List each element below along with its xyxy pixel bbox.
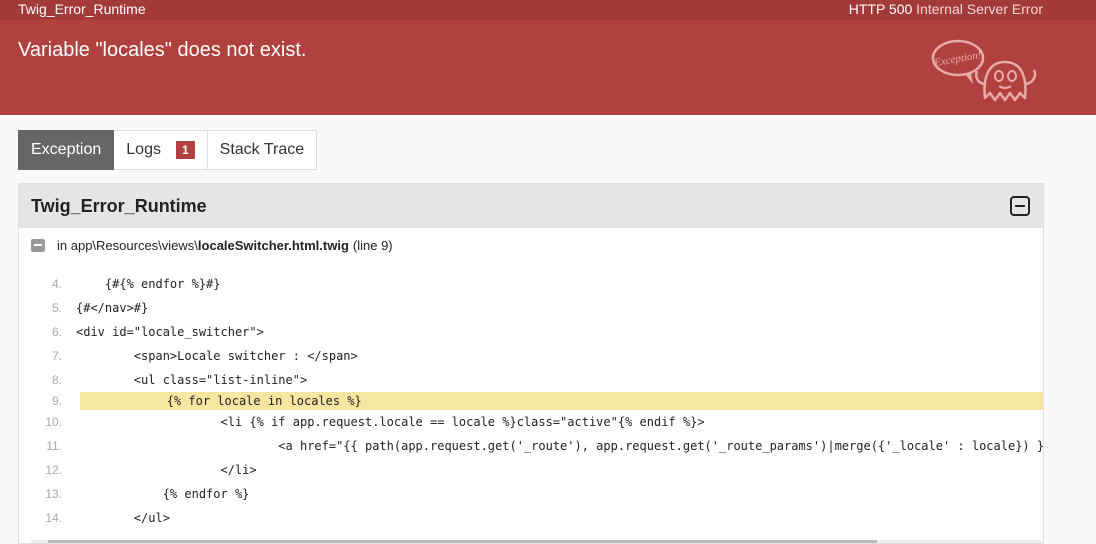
trace-path-prefix: in app\Resources\views\	[57, 238, 198, 253]
code-line: 5. {#</nav>#}	[19, 296, 1043, 320]
tab-bar: Exception Logs 1 Stack Trace	[18, 130, 318, 170]
horizontal-scrollbar[interactable]	[31, 540, 1041, 543]
line-source: <li {% if app.request.locale == locale %…	[76, 415, 705, 429]
logs-count-badge: 1	[175, 141, 195, 159]
line-source: <ul class="list-inline">	[76, 373, 308, 387]
line-source: {% for locale in locales %}	[80, 394, 362, 408]
line-number: 7.	[51, 349, 62, 363]
tab-exception[interactable]: Exception	[18, 130, 115, 170]
panel-title: Twig_Error_Runtime	[31, 196, 207, 216]
code-line: 12. </li>	[19, 458, 1043, 482]
trace-location: in app\Resources\views\ localeSwitcher.ht…	[31, 238, 393, 253]
collapse-panel-button[interactable]	[1010, 196, 1030, 216]
line-number: 4.	[51, 277, 62, 291]
line-source: <span>Locale switcher : </span>	[76, 349, 358, 363]
line-source: <a href="{{ path(app.request.get('_route…	[278, 439, 1044, 453]
code-line: 4. {#{% endfor %}#}	[19, 272, 1043, 296]
trace-file: localeSwitcher.html.twig	[197, 238, 349, 253]
line-number: 13.	[45, 487, 62, 501]
code-line: 7. <span>Locale switcher : </span>	[19, 344, 1043, 368]
line-source: <div id="locale_switcher">	[76, 325, 264, 339]
scrollbar-thumb[interactable]	[48, 540, 877, 543]
code-line: 13. {% endfor %}	[19, 482, 1043, 506]
code-line: 10. <li {% if app.request.locale == loca…	[19, 410, 1043, 434]
trace-line-info: (line 9)	[352, 238, 393, 253]
status-code: HTTP 500	[848, 1, 913, 17]
code-line: 11. <a href="{{ path(app.request.get('_r…	[19, 434, 1044, 458]
line-source: </li>	[76, 463, 257, 477]
top-bar: Twig_Error_Runtime HTTP 500 Internal Ser…	[0, 0, 1096, 20]
line-number: 8.	[51, 373, 62, 387]
line-source: {% endfor %}	[76, 487, 250, 501]
line-number: 10.	[45, 415, 62, 429]
status-text: Internal Server Error	[916, 1, 1043, 17]
code-line-highlighted: 9. {% for locale in locales %}	[52, 392, 1043, 410]
logo-text: Exception!	[932, 49, 982, 69]
code-excerpt: 4. {#{% endfor %}#} 5. {#</nav>#} 6. <div id…	[19, 272, 1044, 530]
tab-stack-trace[interactable]: Stack Trace	[207, 130, 318, 170]
line-number: 9.	[51, 394, 62, 408]
line-number: 11.	[46, 439, 62, 453]
line-source: </ul>	[76, 511, 170, 525]
panel-header: Twig_Error_Runtime	[19, 184, 1043, 228]
line-number: 12.	[45, 463, 62, 477]
collapse-trace-icon[interactable]	[31, 239, 45, 252]
error-message: Variable "locales" does not exist.	[18, 39, 307, 61]
tab-logs-label: Logs	[126, 141, 161, 158]
line-source: {#{% endfor %}#}	[76, 277, 221, 291]
code-line: 8. <ul class="list-inline">	[19, 368, 1043, 392]
line-number: 6.	[51, 325, 62, 339]
tab-logs[interactable]: Logs 1	[114, 130, 208, 170]
line-number: 5.	[51, 301, 62, 315]
code-line: 6. <div id="locale_switcher">	[19, 320, 1043, 344]
tab-stack-trace-label: Stack Trace	[219, 141, 305, 158]
line-source: {#</nav>#}	[76, 301, 149, 315]
exception-class: Twig_Error_Runtime	[18, 1, 146, 17]
code-line: 14. </ul>	[19, 506, 1043, 530]
error-header: Variable "locales" does not exist. Excep…	[0, 20, 1096, 115]
tab-exception-label: Exception	[31, 141, 102, 158]
line-number: 14.	[45, 511, 62, 525]
exception-ghost-logo: Exception!	[931, 39, 1037, 102]
http-status: HTTP 500 Internal Server Error	[849, 1, 1043, 17]
exception-panel: Twig_Error_Runtime in app\Resources\view…	[18, 183, 1044, 544]
